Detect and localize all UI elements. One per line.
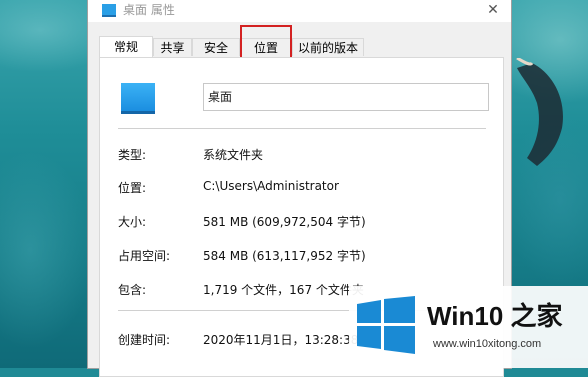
property-size-on-disk: 占用空间: 584 MB (613,117,952 字节) [118, 247, 498, 265]
property-label: 创建时间: [118, 333, 171, 347]
property-value: 581 MB (609,972,504 字节) [203, 215, 366, 229]
property-value: 2020年11月1日，13:28:38 [203, 333, 359, 347]
win10-watermark: Win10 之家 www.win10xitong.com [349, 286, 588, 368]
location-tab-highlight-box [240, 25, 292, 61]
folder-icon [102, 4, 116, 17]
tab-security[interactable]: 安全 [192, 38, 240, 56]
property-value: 系统文件夹 [203, 148, 264, 162]
property-type: 类型: 系统文件夹 [118, 146, 498, 164]
property-label: 包含: [118, 283, 147, 297]
property-label: 位置: [118, 181, 147, 195]
tab-strip: 常规 共享 安全 位置 以前的版本 [88, 36, 511, 58]
swimmer-image [516, 58, 563, 166]
property-label: 大小: [118, 215, 147, 229]
property-label: 占用空间: [118, 249, 171, 263]
property-label: 类型: [118, 148, 147, 162]
watermark-title: Win10 之家 [427, 301, 563, 331]
property-value: C:\Users\Administrator [203, 179, 339, 193]
close-button[interactable]: ✕ [481, 0, 505, 22]
window-title: 桌面 属性 [123, 3, 175, 17]
desktop-folder-icon [121, 83, 155, 114]
property-location: 位置: C:\Users\Administrator [118, 179, 498, 197]
divider [118, 128, 486, 129]
tab-general[interactable]: 常规 [99, 36, 153, 58]
property-size: 大小: 581 MB (609,972,504 字节) [118, 213, 498, 231]
property-value: 1,719 个文件，167 个文件夹 [203, 283, 364, 297]
windows-logo-icon [357, 296, 415, 354]
property-value: 584 MB (613,117,952 字节) [203, 249, 366, 263]
watermark-url: www.win10xitong.com [433, 338, 542, 350]
title-bar: 桌面 属性 ✕ [88, 0, 511, 22]
tab-previous-versions[interactable]: 以前的版本 [292, 38, 364, 56]
tab-sharing[interactable]: 共享 [153, 38, 192, 56]
folder-name-field[interactable]: 桌面 [203, 83, 489, 111]
